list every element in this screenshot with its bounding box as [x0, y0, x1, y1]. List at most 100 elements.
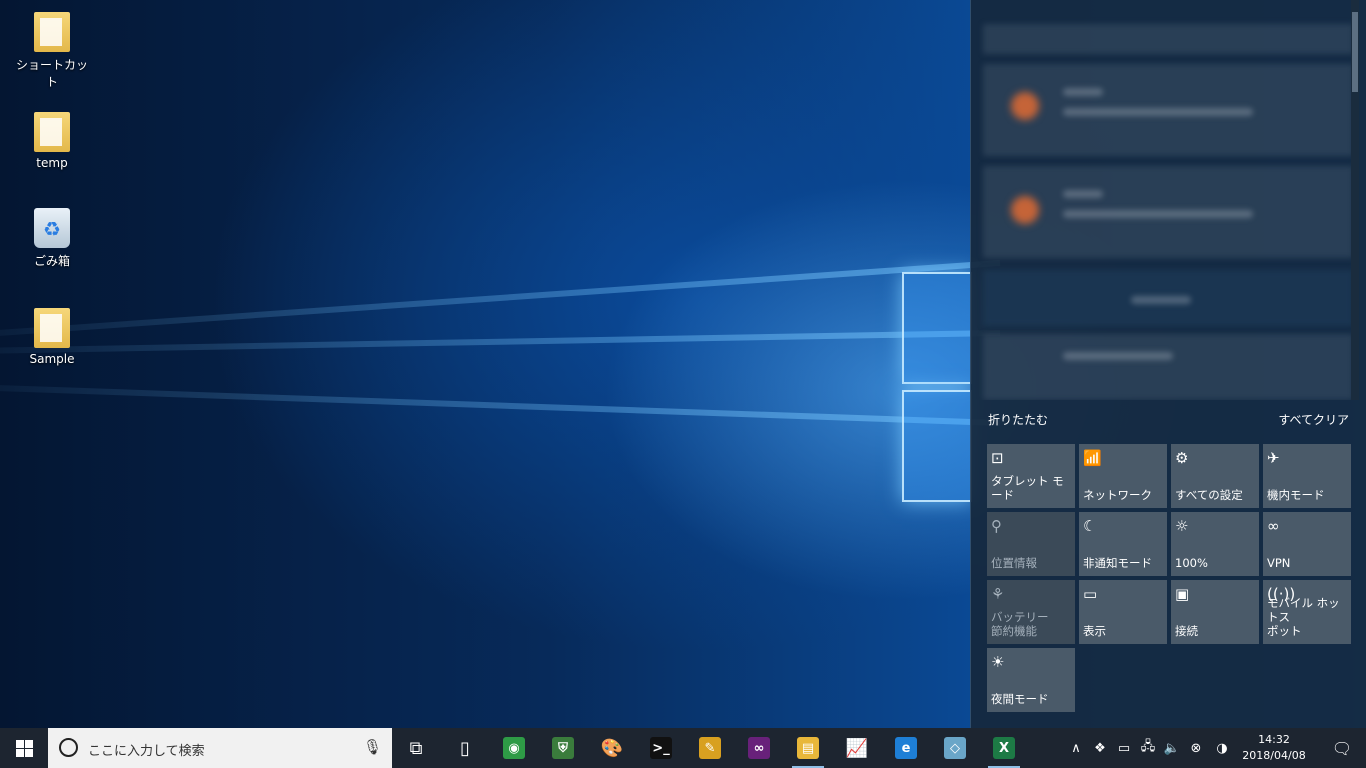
taskbar-app-button[interactable]: 📈	[833, 728, 881, 768]
desktop-icon-temp[interactable]: temp	[12, 112, 92, 170]
collapse-link[interactable]: 折りたたむ	[988, 411, 1048, 428]
start-button[interactable]	[0, 728, 48, 768]
quick-action-tile[interactable]: ✈ 機内モード	[1263, 444, 1351, 508]
quick-action-tile[interactable]: ☾ 非通知モード	[1079, 512, 1167, 576]
quick-action-label: 夜間モード	[991, 692, 1049, 706]
settings-icon: ⚙	[1175, 449, 1189, 467]
quick-action-label: VPN	[1267, 556, 1291, 570]
airplane-icon: ✈	[1267, 449, 1280, 467]
quick-action-label: モバイル ホットス ポット	[1267, 596, 1340, 638]
light-beam	[0, 260, 1001, 343]
taskbar-app-button[interactable]: ⛨	[539, 728, 587, 768]
document-icon: ▯	[460, 737, 470, 759]
quick-actions-grid: ⊡ タブレット モード 📶 ネットワーク ⚙ すべての設定 ✈ 機内モード ⚲ 位置情報 ☾ 非通知モ…	[987, 444, 1355, 712]
action-center-button[interactable]: 🗨	[1318, 728, 1366, 768]
quick-action-label: ネットワーク	[1083, 488, 1152, 502]
quick-action-tile[interactable]: ⚙ すべての設定	[1171, 444, 1259, 508]
action-center-panel: 折りたたむ すべてクリア ⊡ タブレット モード 📶 ネットワーク ⚙ すべての設定 ✈ 機内…	[970, 0, 1366, 728]
notification-text-blurred	[1063, 190, 1103, 198]
quick-action-tile[interactable]: ☼ 100%	[1171, 512, 1259, 576]
folder-icon	[34, 12, 70, 52]
taskbar-app-button[interactable]: ⧉	[392, 728, 440, 768]
taskbar-app-button[interactable]: >_	[637, 728, 685, 768]
quick-action-tile[interactable]: ⚲ 位置情報	[987, 512, 1075, 576]
dropbox-icon[interactable]: ❖	[1088, 728, 1112, 768]
quick-action-label: すべての設定	[1175, 488, 1243, 502]
logo-pane	[902, 272, 972, 384]
task-view-icon: ⧉	[409, 737, 423, 759]
taskbar-app-button[interactable]: X	[980, 728, 1028, 768]
volume-icon[interactable]: 🔈	[1160, 728, 1184, 768]
connect-icon: ▣	[1175, 585, 1190, 603]
desktop-icon-sample[interactable]: Sample	[12, 308, 92, 366]
pen-app-icon: ✎	[699, 737, 721, 759]
night-light-icon: ☀	[991, 653, 1005, 671]
quick-action-tile[interactable]: ⚘ バッテリー 節約機能	[987, 580, 1075, 644]
network-tray-icon[interactable]: 🖧	[1136, 728, 1160, 768]
notification-text-blurred	[1063, 352, 1173, 360]
notification-list	[971, 0, 1359, 400]
quick-action-tile[interactable]: ((·)) モバイル ホットス ポット	[1263, 580, 1351, 644]
battery-icon[interactable]: ▭	[1112, 728, 1136, 768]
quick-action-tile[interactable]: ⊡ タブレット モード	[987, 444, 1075, 508]
quick-action-label: 機内モード	[1267, 488, 1325, 502]
light-beam	[0, 330, 1001, 356]
taskbar: ここに入力して検索 🎙 ⧉ ▯ ◉ ⛨ 🎨 >_ ✎ ∞ ▤ 📈 e ◇ X ∧ ❖ ▭ 🖧 🔈 ⊗ ◑ 14:32…	[0, 728, 1366, 768]
quick-action-label: バッテリー 節約機能	[991, 610, 1049, 638]
file-explorer-icon: ▤	[797, 737, 819, 759]
quick-action-label: 100%	[1175, 556, 1208, 570]
error-icon[interactable]: ⊗	[1184, 728, 1208, 768]
light-beam	[0, 381, 1001, 426]
visual-studio-icon: ∞	[748, 737, 770, 759]
search-box[interactable]: ここに入力して検索 🎙	[48, 728, 392, 768]
clock-time: 14:32	[1258, 733, 1290, 746]
excel-icon: X	[993, 737, 1015, 759]
notes-app-icon: ◇	[944, 737, 966, 759]
quick-action-tile[interactable]: ∞ VPN	[1263, 512, 1351, 576]
microphone-icon[interactable]: 🎙	[363, 738, 382, 756]
terminal-icon: >_	[650, 737, 672, 759]
scroll-thumb[interactable]	[1352, 12, 1358, 92]
taskbar-app-button[interactable]: ◉	[490, 728, 538, 768]
quick-action-tile[interactable]: ▭ 表示	[1079, 580, 1167, 644]
clear-all-link[interactable]: すべてクリア	[1278, 411, 1349, 428]
notification-app-icon	[1011, 92, 1039, 120]
cortana-icon	[59, 738, 78, 757]
quick-action-tile[interactable]: ▣ 接続	[1171, 580, 1259, 644]
clock[interactable]: 14:32 2018/04/08	[1240, 732, 1308, 764]
chrome-icon: ◉	[503, 737, 525, 759]
shield-app-icon: ⛨	[552, 737, 574, 759]
taskbar-app-button[interactable]: ◇	[931, 728, 979, 768]
desktop-icon-recycle-bin[interactable]: ごみ箱	[12, 208, 92, 269]
notification-text-blurred	[1063, 210, 1253, 218]
notification-app-icon	[1011, 196, 1039, 224]
logo-pane	[902, 390, 972, 502]
taskbar-app-button[interactable]: ▤	[784, 728, 832, 768]
taskbar-app-button[interactable]: ▯	[441, 728, 489, 768]
paint-icon: 🎨	[600, 737, 624, 759]
quick-action-tile[interactable]: ☀ 夜間モード	[987, 648, 1075, 712]
desktop-icon-label: ショートカット	[15, 58, 88, 89]
scrollbar[interactable]	[1351, 0, 1359, 400]
desktop-icon-label: temp	[36, 156, 68, 170]
taskbar-app-button[interactable]: 🎨	[588, 728, 636, 768]
quick-action-tile[interactable]: 📶 ネットワーク	[1079, 444, 1167, 508]
clock-date: 2018/04/08	[1242, 749, 1306, 762]
chevron-up-icon[interactable]: ∧	[1064, 728, 1088, 768]
network-icon: 📶	[1083, 449, 1102, 467]
taskbar-app-button[interactable]: ✎	[686, 728, 734, 768]
desktop-icon-label: ごみ箱	[33, 254, 70, 268]
ime-icon[interactable]: ◑	[1210, 728, 1234, 768]
quick-action-label: 接続	[1175, 624, 1198, 638]
windows-logo-icon	[15, 739, 33, 757]
desktop-icon-shortcut[interactable]: ショートカット	[12, 12, 92, 90]
brightness-icon: ☼	[1175, 517, 1189, 535]
notification-header-blurred	[983, 24, 1353, 54]
notification-item[interactable]	[983, 334, 1353, 400]
notification-text-blurred	[1063, 108, 1253, 116]
folder-icon	[34, 308, 70, 348]
taskbar-app-button[interactable]: e	[882, 728, 930, 768]
taskbar-app-button[interactable]: ∞	[735, 728, 783, 768]
recycle-bin-icon	[34, 208, 70, 248]
notification-icon: 🗨	[1331, 738, 1353, 758]
